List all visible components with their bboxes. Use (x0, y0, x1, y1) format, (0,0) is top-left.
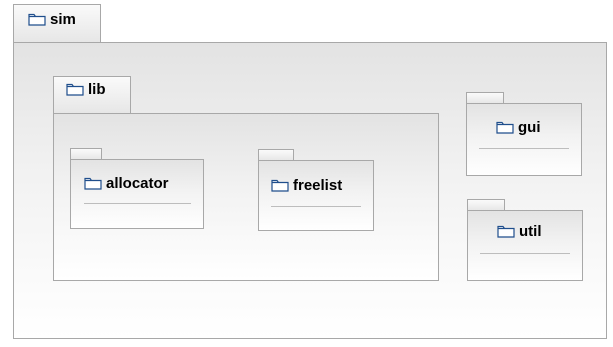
diagram-canvas: sim lib allocator freelist gui util (0, 0, 613, 347)
package-freelist-name: freelist (293, 176, 343, 194)
package-lib-name: lib (88, 80, 106, 98)
package-util-name: util (519, 222, 542, 240)
package-util-label: util (497, 221, 542, 241)
package-allocator-body[interactable] (70, 159, 204, 229)
folder-icon (28, 13, 46, 26)
package-lib-label: lib (66, 79, 106, 99)
package-allocator-separator (84, 203, 191, 204)
folder-icon (84, 177, 102, 190)
package-gui-separator (479, 148, 569, 149)
package-freelist-separator (271, 206, 361, 207)
package-sim-name: sim (50, 10, 76, 28)
folder-icon (496, 121, 514, 134)
package-gui-label: gui (496, 117, 541, 137)
package-util-separator (480, 253, 570, 254)
package-freelist-label: freelist (271, 175, 342, 195)
package-freelist-body[interactable] (258, 160, 374, 231)
folder-icon (497, 225, 515, 238)
package-gui-body[interactable] (466, 103, 582, 176)
package-gui-name: gui (518, 118, 541, 136)
folder-icon (66, 83, 84, 96)
package-allocator-label: allocator (84, 173, 169, 193)
package-allocator-name: allocator (106, 174, 169, 192)
package-sim-label: sim (28, 9, 76, 29)
folder-icon (271, 179, 289, 192)
